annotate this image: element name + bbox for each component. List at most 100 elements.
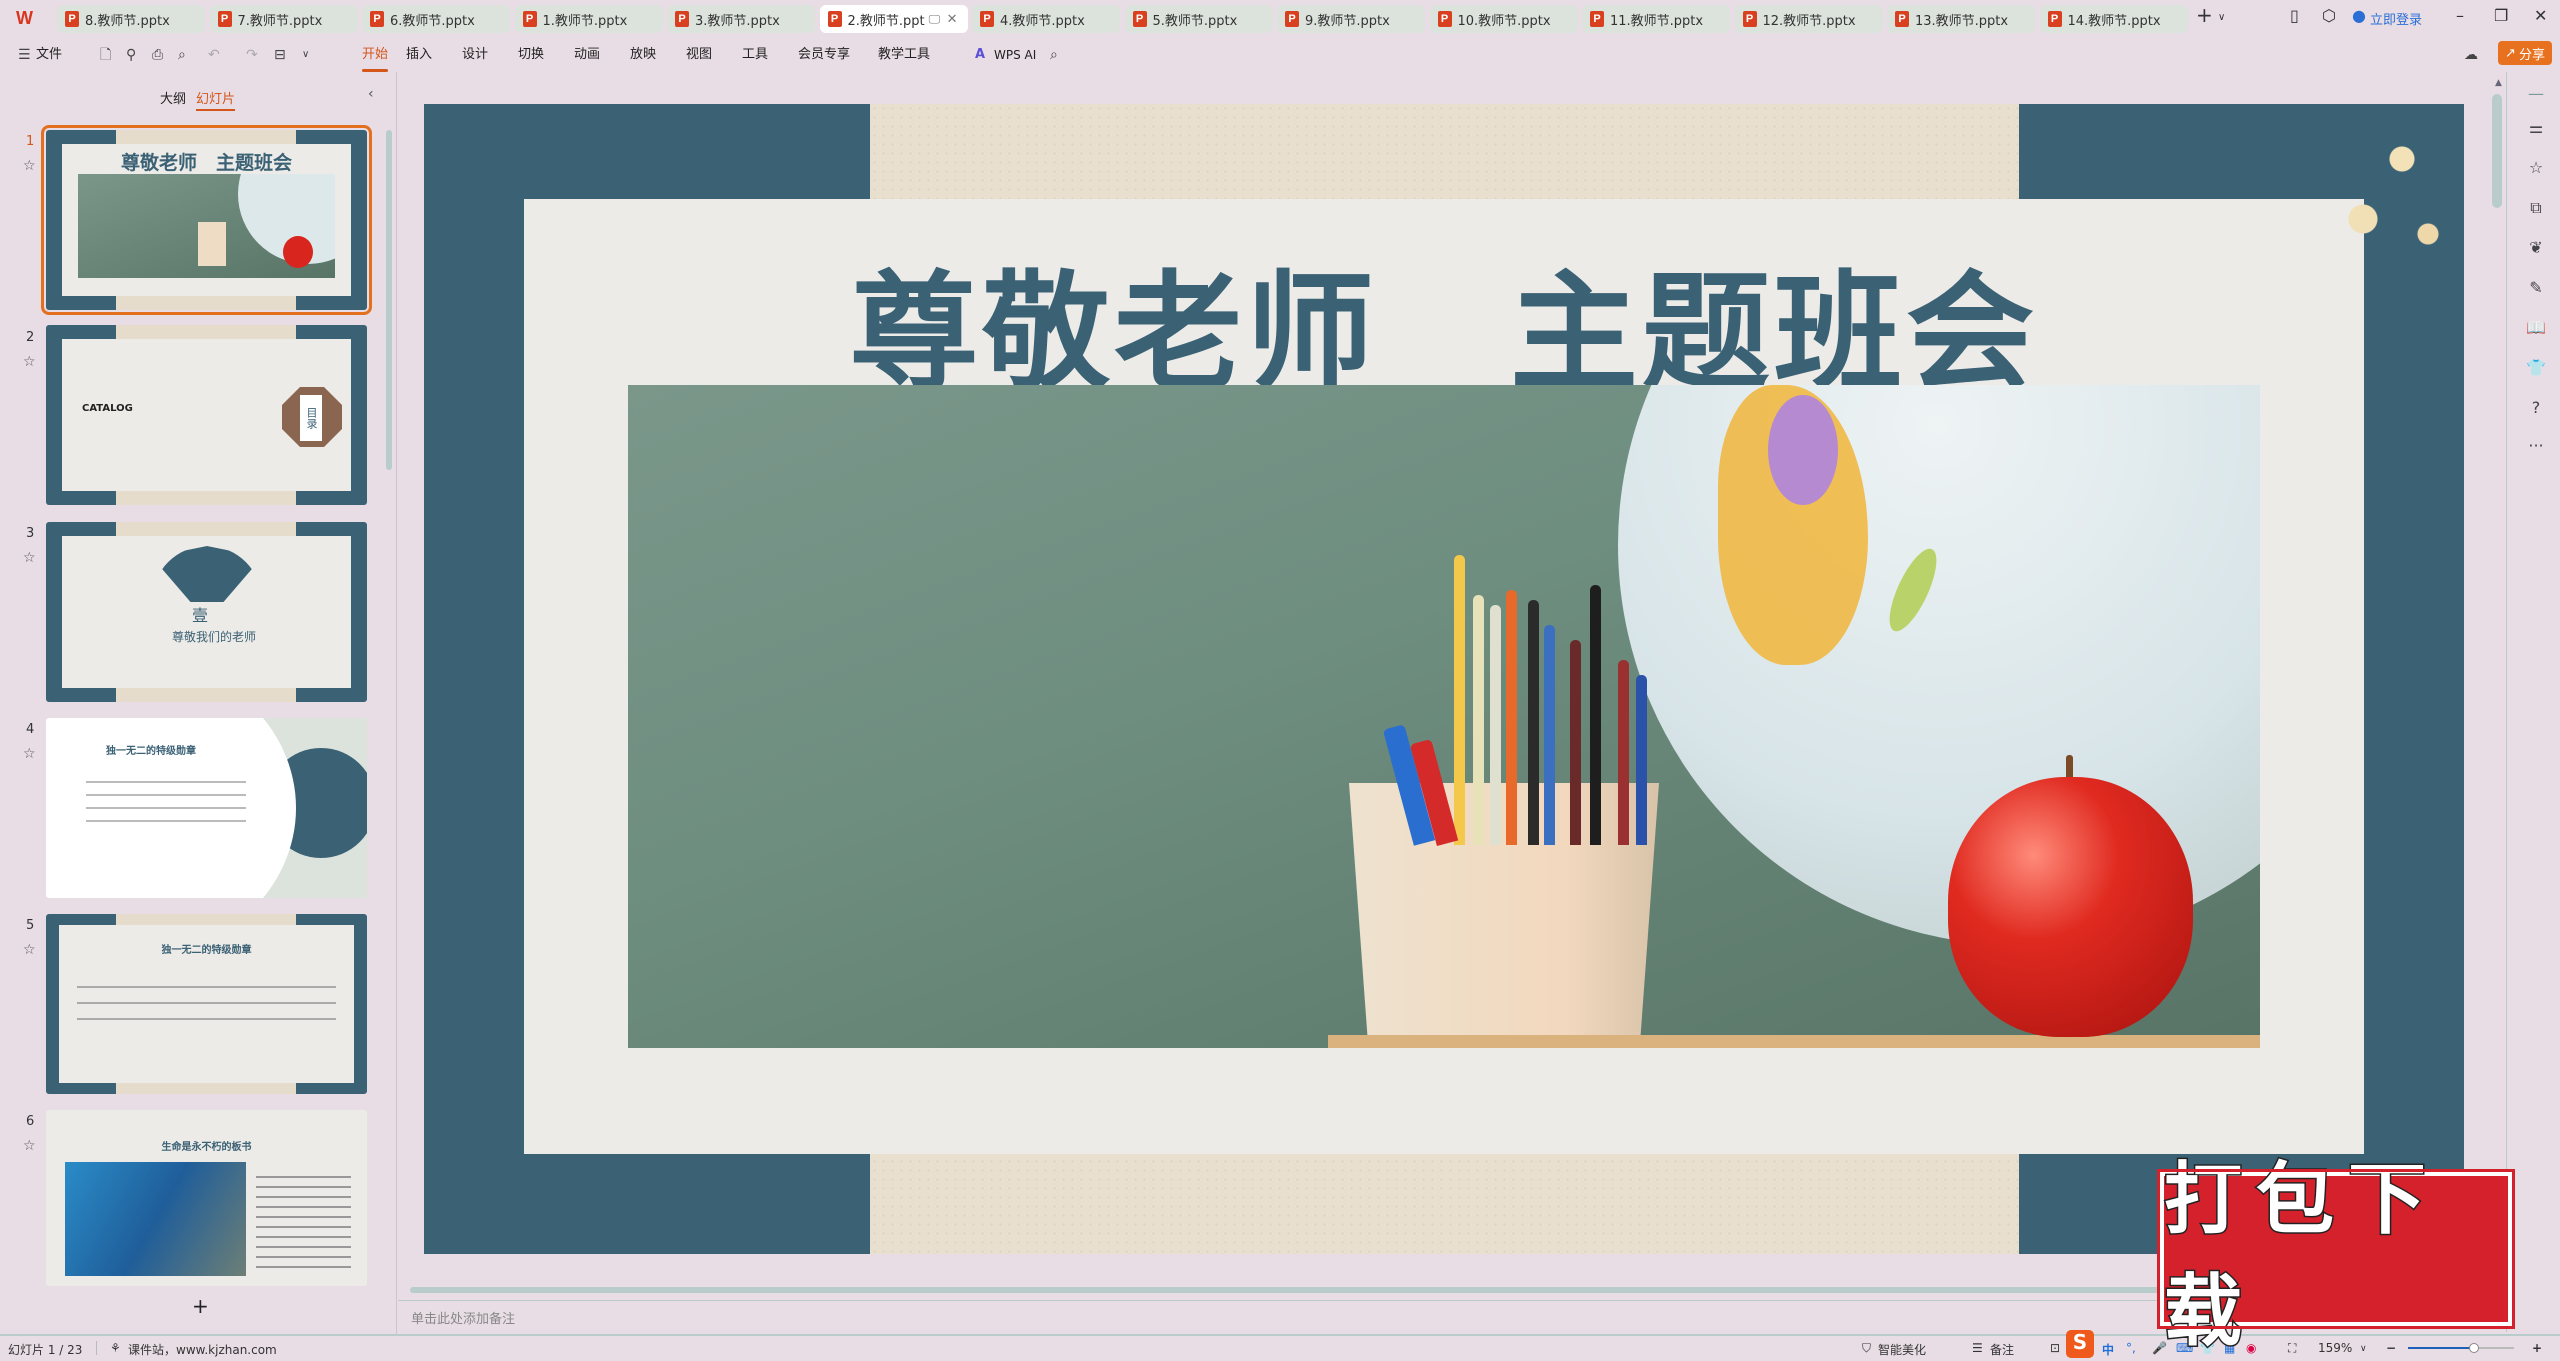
menu-tab-8[interactable]: 会员专享 bbox=[798, 44, 850, 66]
new-tab-button[interactable]: + bbox=[2196, 3, 2213, 27]
thumbnail-number: 6 bbox=[26, 1114, 35, 1129]
menu-icon[interactable]: ☰ bbox=[18, 44, 31, 66]
tab-label: 7.教师节.pptx bbox=[237, 13, 323, 29]
cloud-upload-icon[interactable]: ☁ bbox=[2464, 44, 2478, 66]
file-tab[interactable]: P 1.教师节.pptx bbox=[514, 5, 663, 33]
beautify-button[interactable]: 智能美化 bbox=[1878, 1341, 1926, 1358]
thumbnail-subtitle: 尊敬我们的老师 bbox=[172, 630, 257, 644]
ppt-file-icon: P bbox=[980, 11, 994, 27]
shirt-icon[interactable]: 👕 bbox=[2512, 358, 2560, 377]
magic-wand-icon[interactable]: ✎ bbox=[2512, 278, 2560, 297]
notes-button[interactable]: 备注 bbox=[1990, 1341, 2014, 1358]
file-tab[interactable]: P 11.教师节.pptx bbox=[1582, 5, 1730, 33]
tab-outline[interactable]: 大纲 bbox=[160, 88, 186, 107]
maximize-button[interactable]: ❐ bbox=[2494, 6, 2508, 25]
menu-tab-4[interactable]: 动画 bbox=[574, 44, 600, 66]
add-slide-button[interactable]: + bbox=[192, 1294, 209, 1318]
print-icon[interactable]: ⎙ bbox=[152, 44, 163, 66]
user-icon[interactable]: ● bbox=[2352, 6, 2366, 25]
cube-icon[interactable]: ⬡ bbox=[2322, 6, 2336, 25]
star-icon[interactable]: ☆ bbox=[23, 746, 36, 762]
close-button[interactable]: ✕ bbox=[2534, 6, 2547, 25]
menu-tab-2[interactable]: 设计 bbox=[462, 44, 488, 66]
file-tab[interactable]: P 5.教师节.pptx bbox=[1124, 5, 1273, 33]
menu-tab-7[interactable]: 工具 bbox=[742, 44, 768, 66]
file-tab[interactable]: P 4.教师节.pptx bbox=[972, 5, 1120, 33]
menu-tab-0[interactable]: 开始 bbox=[362, 44, 389, 72]
sogou-ime-icon[interactable]: S bbox=[2066, 1330, 2094, 1358]
file-tab[interactable]: P 8.教师节.pptx bbox=[57, 5, 205, 33]
more-chevron-icon[interactable]: ∨ bbox=[302, 44, 309, 66]
login-link[interactable]: 立即登录 bbox=[2370, 9, 2422, 28]
collapse-panel-icon[interactable]: ‹ bbox=[368, 86, 374, 102]
star-effect-icon[interactable]: ☆ bbox=[2512, 158, 2560, 177]
star-icon[interactable]: ☆ bbox=[23, 158, 36, 174]
thumbnail-slide-4[interactable]: 独一无二的特级勋章 bbox=[46, 718, 367, 898]
file-tab[interactable]: P 10.教师节.pptx bbox=[1429, 5, 1578, 33]
thumbnail-scrollbar[interactable] bbox=[386, 130, 392, 470]
pencil bbox=[1490, 605, 1501, 845]
menu-tab-9[interactable]: 教学工具 bbox=[878, 44, 930, 66]
slide-canvas[interactable]: 尊敬老师 主题班会 bbox=[424, 104, 2464, 1254]
ppt-file-icon: P bbox=[1132, 11, 1147, 27]
file-tab[interactable]: P 7.教师节.pptx bbox=[209, 5, 358, 33]
format-painter-icon[interactable]: ⊟ bbox=[274, 44, 286, 66]
slide-switch-icon[interactable]: ⧉ bbox=[2512, 198, 2560, 218]
file-tab[interactable]: P 13.教师节.pptx bbox=[1887, 5, 2035, 33]
help-icon[interactable]: ? bbox=[2512, 398, 2560, 417]
pencil bbox=[1528, 600, 1539, 845]
file-tab[interactable]: P 14.教师节.pptx bbox=[2039, 5, 2188, 33]
more-icon[interactable]: ··· bbox=[2512, 436, 2560, 455]
thumbnail-slide-2[interactable]: CATALOG 目录 bbox=[46, 325, 367, 505]
classroom-photo[interactable] bbox=[628, 385, 2260, 1048]
comment-icon[interactable]: ⊡ bbox=[2050, 1341, 2060, 1355]
ime-mode[interactable]: 中 bbox=[2102, 1341, 2114, 1358]
star-icon[interactable]: ☆ bbox=[23, 942, 36, 958]
properties-icon[interactable]: ⚌ bbox=[2512, 118, 2560, 137]
save-icon[interactable]: 🗋 bbox=[100, 44, 111, 66]
book-search-icon[interactable]: 📖 bbox=[2512, 318, 2560, 337]
minimize-button[interactable]: – bbox=[2456, 6, 2464, 25]
window-mode-icon[interactable]: ▯ bbox=[2290, 6, 2299, 25]
share-button[interactable]: ↗ 分享 bbox=[2498, 41, 2552, 65]
notes-input[interactable]: 单击此处添加备注 bbox=[411, 1308, 515, 1327]
design-icon[interactable]: ❦ bbox=[2512, 238, 2560, 257]
file-tab[interactable]: P 6.教师节.pptx bbox=[362, 5, 510, 33]
search-icon[interactable]: ⌕ bbox=[1050, 44, 1058, 66]
vertical-scrollbar[interactable] bbox=[2492, 94, 2502, 208]
menu-tab-3[interactable]: 切换 bbox=[518, 44, 544, 66]
present-icon[interactable]: 🖵 bbox=[929, 12, 941, 27]
link-icon[interactable]: ⚲ bbox=[126, 44, 136, 66]
thumbnail-slide-5[interactable]: 独一无二的特级勋章 bbox=[46, 914, 367, 1094]
thumbnail-slide-1[interactable]: 尊敬老师 主题班会 bbox=[41, 125, 372, 315]
file-tab[interactable]: P 12.教师节.pptx bbox=[1734, 5, 1883, 33]
menu-tab-6[interactable]: 视图 bbox=[686, 44, 712, 66]
close-tab-icon[interactable]: ✕ bbox=[947, 12, 958, 27]
star-icon[interactable]: ☆ bbox=[23, 354, 36, 370]
scroll-up-icon[interactable]: ▲ bbox=[2495, 78, 2502, 88]
print-preview-icon[interactable]: ⌕ bbox=[178, 44, 186, 66]
tab-list-chevron-icon[interactable]: ∨ bbox=[2218, 12, 2225, 23]
horizontal-scrollbar[interactable] bbox=[410, 1287, 2170, 1293]
wps-ai-button[interactable]: WPS AI bbox=[994, 44, 1036, 66]
notes-icon[interactable]: ☰ bbox=[1972, 1341, 1983, 1355]
tab-slides[interactable]: 幻灯片 bbox=[196, 88, 236, 111]
file-tab[interactable]: P 3.教师节.pptx bbox=[667, 5, 815, 33]
file-tab[interactable]: P 9.教师节.pptx bbox=[1277, 5, 1425, 33]
menu-tab-1[interactable]: 插入 bbox=[406, 44, 432, 66]
beautify-icon[interactable]: ⛉ bbox=[1862, 1341, 1871, 1356]
star-icon[interactable]: ☆ bbox=[23, 550, 36, 566]
redo-icon[interactable]: ↷ bbox=[246, 44, 258, 66]
zoom-in-button[interactable]: + bbox=[2532, 1341, 2542, 1355]
file-menu[interactable]: 文件 bbox=[36, 44, 62, 66]
star-icon[interactable]: ☆ bbox=[23, 1138, 36, 1154]
ppt-file-icon: P bbox=[217, 11, 232, 27]
collapse-icon[interactable]: — bbox=[2512, 84, 2560, 103]
thumbnail-slide-6[interactable]: 生命是永不朽的板书 bbox=[46, 1110, 367, 1286]
punctuation-icon[interactable]: °, bbox=[2126, 1341, 2136, 1355]
file-tab[interactable]: P 2.教师节.ppt 🖵 ✕ bbox=[819, 5, 968, 33]
undo-icon[interactable]: ↶ bbox=[208, 44, 220, 66]
thumbnail-slide-3[interactable]: 壹 尊敬我们的老师 bbox=[46, 522, 367, 702]
menu-tab-5[interactable]: 放映 bbox=[630, 44, 656, 66]
wps-logo[interactable]: W bbox=[16, 8, 40, 30]
